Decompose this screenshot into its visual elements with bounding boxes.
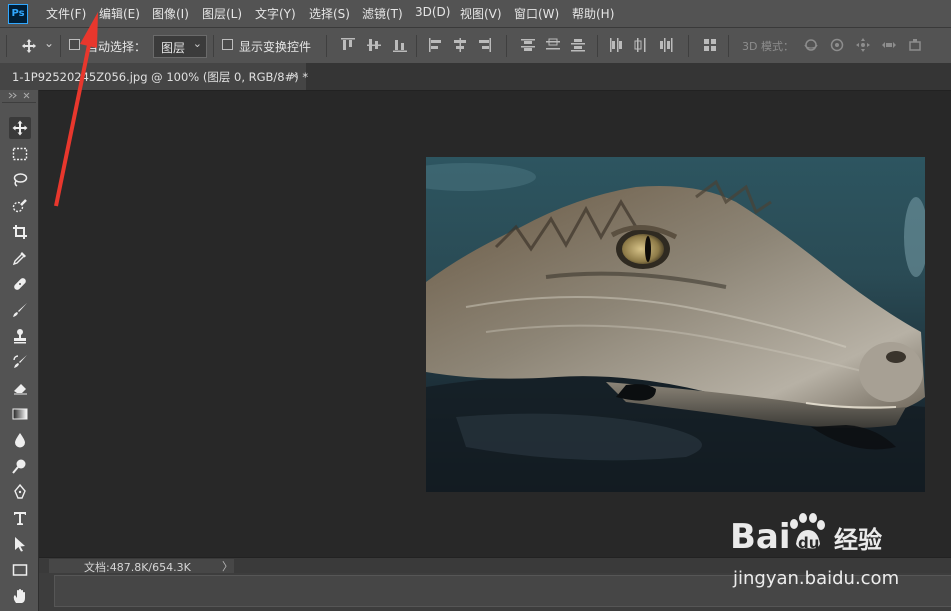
divider: [728, 35, 729, 57]
eyedropper-icon: [12, 252, 26, 266]
move-icon: [12, 120, 28, 136]
document-image-crocodile[interactable]: [426, 157, 925, 492]
roll-3d-icon[interactable]: [829, 37, 845, 53]
document-tab-bar: 1-1P92520245Z056.jpg @ 100% (图层 0, RGB/8…: [0, 63, 951, 91]
rectangle-icon: [12, 564, 28, 576]
type-tool[interactable]: [9, 507, 31, 529]
slide-3d-icon[interactable]: [881, 37, 897, 53]
distribute-left-icon[interactable]: [608, 37, 624, 53]
brush-icon: [13, 303, 27, 317]
menu-view[interactable]: 视图(V): [460, 5, 502, 22]
distribute-bottom-icon[interactable]: [570, 37, 586, 53]
distribute-vcenter-icon[interactable]: [545, 37, 561, 53]
lasso-tool[interactable]: [9, 169, 31, 191]
clone-stamp-tool[interactable]: [9, 325, 31, 347]
stamp-icon: [14, 329, 26, 344]
path-selection-tool[interactable]: [9, 533, 31, 555]
pen-tool[interactable]: [9, 481, 31, 503]
align-right-icon[interactable]: [476, 37, 492, 53]
divider: [597, 35, 598, 57]
move-tool-preset-icon[interactable]: [21, 38, 37, 54]
lasso-icon: [13, 173, 28, 187]
marquee-icon: [12, 147, 28, 161]
align-hcenter-icon[interactable]: [452, 37, 468, 53]
eyedropper-tool[interactable]: [9, 247, 31, 269]
watermark-url: jingyan.baidu.com: [733, 568, 900, 589]
status-menu-arrow[interactable]: 〉: [222, 558, 233, 574]
healing-brush-tool[interactable]: [9, 273, 31, 295]
orbit-3d-icon[interactable]: [803, 37, 819, 53]
layer-select-value: 图层: [161, 41, 186, 55]
close-icon[interactable]: ×: [290, 69, 299, 82]
blur-tool[interactable]: [9, 429, 31, 451]
distribute-hcenter-icon[interactable]: [633, 37, 649, 53]
photoshop-logo-icon: Ps: [8, 4, 28, 24]
menu-help[interactable]: 帮助(H): [572, 5, 614, 22]
document-tab[interactable]: 1-1P92520245Z056.jpg @ 100% (图层 0, RGB/8…: [0, 63, 308, 90]
dodge-tool[interactable]: [9, 455, 31, 477]
water-drop-icon: [15, 433, 25, 448]
red-arrow-annotation: [54, 12, 98, 207]
history-brush-tool[interactable]: [9, 351, 31, 373]
divider: [688, 35, 689, 57]
watermark-brand: Bai: [730, 517, 791, 557]
watermark-brand-jingyan: 经验: [834, 526, 882, 554]
watermark-brand-du: du: [798, 534, 819, 552]
hand-icon: [13, 589, 25, 603]
menu-select[interactable]: 选择(S): [309, 5, 350, 22]
menu-window[interactable]: 窗口(W): [514, 5, 559, 22]
crop-tool[interactable]: [9, 221, 31, 243]
type-icon: [14, 512, 26, 525]
align-left-icon[interactable]: [428, 37, 444, 53]
dodge-icon: [12, 459, 26, 474]
gradient-tool[interactable]: [9, 403, 31, 425]
options-grip: [6, 35, 7, 57]
chevron-down-icon: ⌄: [192, 37, 202, 50]
distribute-right-icon[interactable]: [658, 37, 674, 53]
marquee-tool[interactable]: [9, 143, 31, 165]
pen-icon: [14, 484, 26, 499]
menu-filter[interactable]: 滤镜(T): [362, 5, 403, 22]
scale-3d-icon[interactable]: [907, 37, 923, 53]
eraser-tool[interactable]: [9, 377, 31, 399]
hand-tool[interactable]: [9, 585, 31, 607]
menu-layer[interactable]: 图层(L): [202, 5, 242, 22]
rectangle-tool[interactable]: [9, 559, 31, 581]
align-vcenter-icon[interactable]: [366, 37, 382, 53]
align-bottom-icon[interactable]: [392, 37, 408, 53]
menu-bar: Ps 文件(F) 编辑(E) 图像(I) 图层(L) 文字(Y) 选择(S) 滤…: [0, 0, 951, 28]
cursor-arrow-icon: [15, 537, 25, 552]
eraser-icon: [14, 384, 27, 395]
crocodile-photo: [426, 157, 925, 492]
bandage-icon: [14, 278, 26, 290]
tools-panel: [0, 90, 39, 611]
layer-select-dropdown[interactable]: 图层 ⌄: [153, 35, 207, 58]
divider: [326, 35, 327, 57]
brush-tool[interactable]: [9, 299, 31, 321]
show-transform-checkbox[interactable]: [222, 39, 233, 50]
align-top-icon[interactable]: [340, 37, 356, 53]
divider: [213, 35, 214, 57]
menu-image[interactable]: 图像(I): [152, 5, 189, 22]
mode-3d-label: 3D 模式：: [742, 40, 794, 53]
quick-selection-tool[interactable]: [9, 195, 31, 217]
divider: [416, 35, 417, 57]
history-brush-icon: [13, 355, 27, 368]
auto-align-icon[interactable]: [702, 37, 718, 53]
move-tool[interactable]: [9, 117, 31, 139]
menu-3d[interactable]: 3D(D): [415, 5, 450, 19]
show-transform-label: 显示变换控件: [239, 40, 312, 54]
baidu-jingyan-watermark-logo: Bai du 经验: [730, 513, 882, 557]
pan-3d-icon[interactable]: [855, 37, 871, 53]
quick-selection-icon: [12, 199, 27, 213]
menu-type[interactable]: 文字(Y): [255, 5, 296, 22]
distribute-top-icon[interactable]: [520, 37, 536, 53]
divider: [2, 102, 36, 103]
gradient-icon: [12, 408, 28, 420]
divider: [506, 35, 507, 57]
options-bar: ⌄ 自动选择： 图层 ⌄ 显示变换控件 3D 模式：: [0, 28, 951, 64]
crop-icon: [13, 225, 27, 239]
panel-collapse-icon[interactable]: [8, 92, 30, 99]
